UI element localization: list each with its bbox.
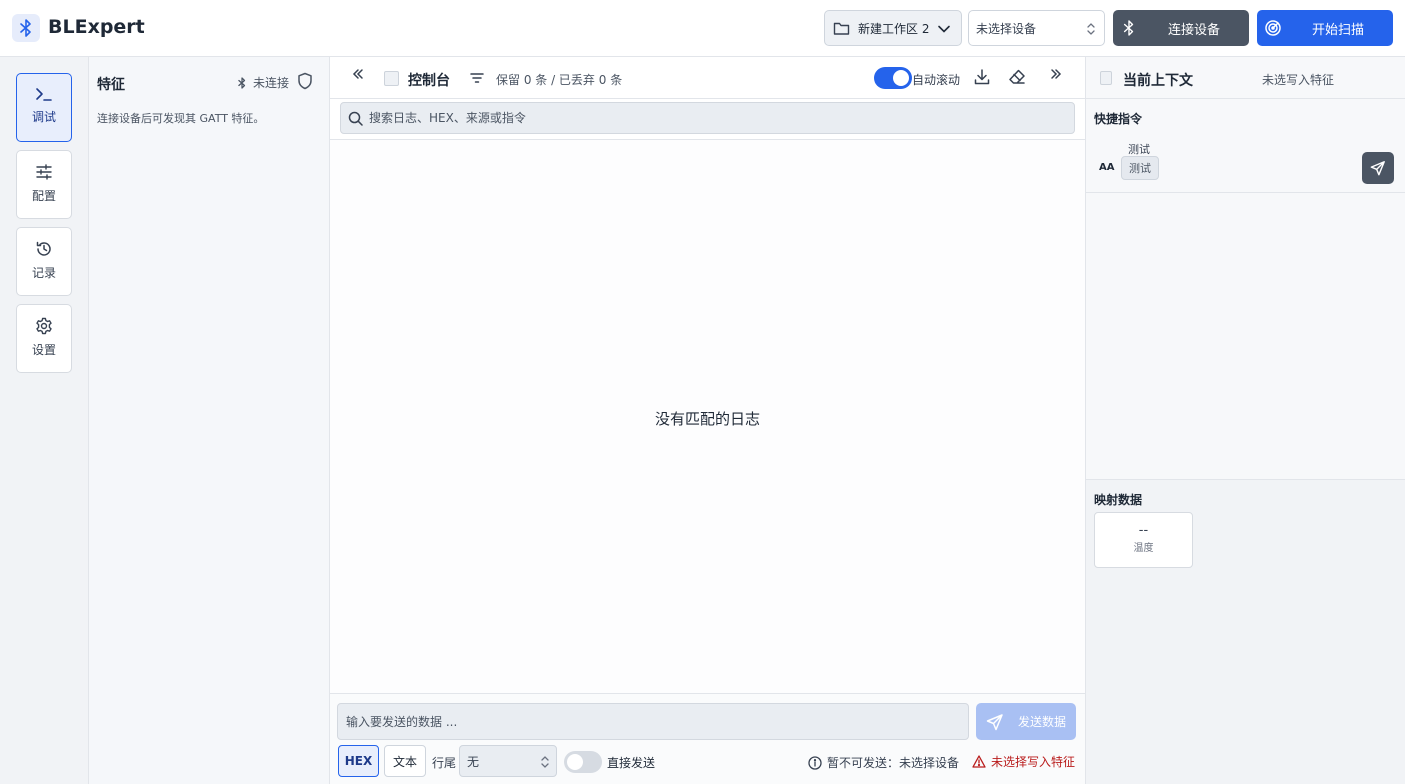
quick-commands-title: 快捷指令 [1094, 112, 1143, 126]
features-hint: 连接设备后可发现其 GATT 特征。 [97, 112, 265, 125]
nav-item-history[interactable]: 记录 [16, 227, 72, 296]
device-select-value: 未选择设备 [976, 21, 1037, 36]
autoscroll-toggle[interactable] [874, 67, 912, 89]
send-icon [986, 713, 1004, 731]
nav-item-config[interactable]: 配置 [16, 150, 72, 219]
send-status-text: 暂不可发送：未选择设备 [827, 756, 960, 770]
quick-command-send-button[interactable] [1362, 152, 1394, 184]
nav-label: 配置 [31, 189, 56, 203]
direct-send-toggle[interactable] [564, 751, 602, 773]
sliders-icon [35, 163, 53, 181]
line-ending-label: 行尾 [432, 756, 457, 770]
shield-icon[interactable] [297, 72, 313, 90]
bluetooth-icon [12, 14, 40, 42]
send-data-button[interactable]: 发送数据 [976, 703, 1076, 740]
write-characteristic-warning-text: 未选择写入特征 [991, 755, 1076, 769]
nav-item-debug[interactable]: 调试 [16, 73, 72, 142]
mapped-data-title: 映射数据 [1094, 493, 1143, 507]
context-icon [1100, 71, 1112, 85]
mapped-data-value: -- [1138, 523, 1149, 538]
start-scan-label: 开始扫描 [1311, 22, 1364, 38]
log-stats: 保留 0 条 / 已丢弃 0 条 [496, 73, 623, 87]
line-ending-value: 无 [467, 754, 480, 769]
connection-status: 未连接 [237, 74, 289, 91]
expand-right-icon[interactable] [1050, 68, 1062, 80]
app-title: BLExpert [48, 16, 145, 38]
write-characteristic-warning: 未选择写入特征 [972, 753, 1075, 770]
context-status: 未选写入特征 [1262, 73, 1335, 87]
context-title: 当前上下文 [1123, 73, 1193, 89]
console-panel: 控制台 保留 0 条 / 已丢弃 0 条 自动滚动 没有匹配的日志 [330, 57, 1085, 784]
quick-command-name: 测试 [1128, 143, 1150, 156]
nav-item-settings[interactable]: 设置 [16, 304, 72, 373]
console-title: 控制台 [408, 73, 450, 89]
line-ending-select[interactable]: 无 [459, 745, 557, 777]
context-panel: 当前上下文 未选写入特征 快捷指令 AA 测试 测试 映射数据 -- 温度 [1085, 57, 1405, 784]
bluetooth-icon [237, 76, 247, 90]
context-header: 当前上下文 未选写入特征 [1086, 57, 1405, 99]
folder-icon [833, 21, 850, 36]
device-select[interactable]: 未选择设备 [968, 10, 1105, 46]
workspace-select[interactable]: 新建工作区 2 [824, 10, 962, 46]
quick-command-chip[interactable]: 测试 [1121, 156, 1159, 180]
updown-chevron-icon [540, 755, 550, 769]
quick-commands-section: 快捷指令 AA 测试 测试 [1086, 99, 1405, 193]
image-icon [384, 71, 399, 86]
download-icon[interactable] [973, 68, 991, 86]
connect-device-button[interactable]: 连接设备 [1113, 10, 1249, 46]
nav-label: 设置 [31, 343, 56, 357]
nav-label: 调试 [31, 110, 56, 124]
mapped-data-label: 温度 [1133, 543, 1154, 554]
quick-commands-area [1086, 193, 1405, 480]
history-icon [35, 240, 53, 258]
start-scan-button[interactable]: 开始扫描 [1257, 10, 1393, 46]
format-hex-button[interactable]: HEX [338, 745, 379, 777]
chevron-down-icon [937, 22, 951, 36]
console-header: 控制台 保留 0 条 / 已丢弃 0 条 自动滚动 [330, 57, 1085, 99]
send-data-label: 发送数据 [1018, 715, 1067, 729]
connect-device-label: 连接设备 [1167, 22, 1220, 38]
autoscroll-label: 自动滚动 [912, 73, 961, 87]
log-search-field[interactable] [340, 102, 1075, 134]
mapped-data-section: 映射数据 -- 温度 [1086, 480, 1405, 784]
send-status: 暂不可发送：未选择设备 [808, 754, 959, 771]
mapped-data-card[interactable]: -- 温度 [1094, 512, 1193, 568]
terminal-icon [35, 86, 53, 102]
log-area[interactable]: 没有匹配的日志 [330, 139, 1085, 693]
workspace-name: 新建工作区 2 [858, 21, 930, 36]
features-panel: 特征 未连接 连接设备后可发现其 GATT 特征。 [89, 57, 330, 784]
collapse-left-icon[interactable] [352, 68, 364, 80]
filter-icon[interactable] [469, 70, 485, 86]
left-nav: 调试 配置 记录 设置 [0, 57, 89, 784]
direct-send-label: 直接发送 [607, 756, 656, 770]
log-search-input[interactable] [369, 111, 1049, 125]
format-text-button[interactable]: 文本 [384, 745, 426, 777]
updown-chevron-icon [1086, 22, 1096, 36]
empty-log-message: 没有匹配的日志 [654, 410, 760, 428]
nav-label: 记录 [31, 266, 56, 280]
search-icon [348, 111, 363, 126]
info-icon [808, 755, 822, 770]
warning-icon [972, 755, 986, 768]
gear-icon [35, 317, 53, 335]
features-title: 特征 [97, 77, 125, 93]
send-icon [1370, 160, 1386, 176]
connection-status-text: 未连接 [253, 76, 290, 90]
quick-command-badge: AA [1099, 162, 1115, 173]
send-bar: 发送数据 HEX 文本 行尾 无 直接发送 暂不可发送：未选择设备 未选择写入特… [330, 693, 1085, 784]
eraser-icon[interactable] [1008, 68, 1026, 86]
top-bar: BLExpert 新建工作区 2 未选择设备 连接设备 开始扫描 [0, 0, 1405, 57]
send-data-input[interactable] [337, 703, 969, 740]
